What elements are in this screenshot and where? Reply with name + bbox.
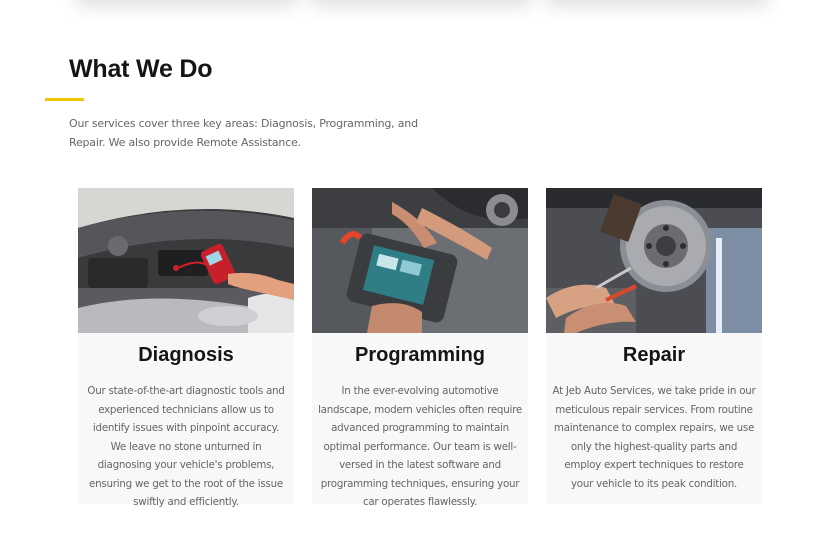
card-description: Our state-of-the-art diagnostic tools an…	[87, 385, 285, 508]
section-title: What We Do	[69, 55, 213, 83]
card-title: Programming	[354, 344, 486, 366]
section-intro: Our services cover three key areas: Diag…	[69, 117, 418, 149]
card-description: In the ever-evolving automotive landscap…	[318, 385, 522, 508]
card-description: At Jeb Auto Services, we take pride in o…	[552, 385, 756, 490]
diagnosis-image	[78, 188, 294, 333]
programming-image	[312, 188, 528, 333]
title-accent-bar	[45, 98, 84, 101]
card-title: Diagnosis	[138, 344, 234, 366]
service-card-repair: Repair At Jeb Auto Services, we take pri…	[546, 188, 762, 504]
service-card-diagnosis: Diagnosis Our state-of-the-art diagnosti…	[78, 188, 294, 508]
card-title: Repair	[622, 344, 686, 366]
repair-image	[546, 188, 762, 333]
service-card-programming: Programming In the ever-evolving automot…	[312, 188, 528, 508]
